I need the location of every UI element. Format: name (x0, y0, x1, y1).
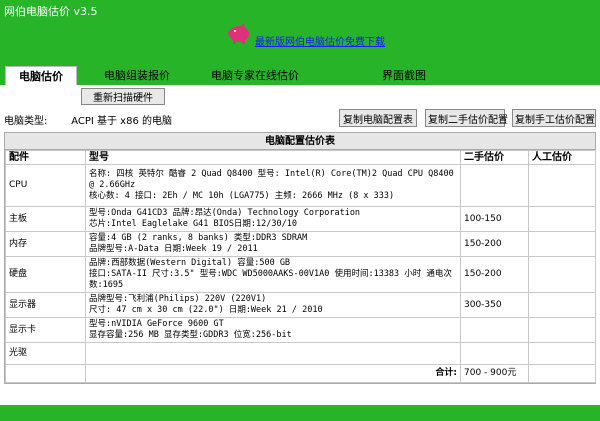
header-model: 型号 (85, 150, 461, 165)
table-row: 光驱 (5, 342, 596, 365)
tab-expert-online[interactable]: 电脑专家在线估价 (200, 66, 310, 85)
copy-used-price-button[interactable]: 复制二手估价配置 (425, 109, 508, 127)
header-manual-price: 人工估价 (528, 150, 596, 165)
cell-model: 名称: 四核 英特尔 酷睿 2 Quad Q8400 型号: Intel(R) … (85, 164, 461, 207)
copy-manual-price-button[interactable]: 复制手工估价配置 (512, 109, 596, 127)
config-table: 电脑配置估价表 配件 型号 二手估价 人工估价 CPU 名称: 四核 英特尔 酷睿… (4, 132, 596, 384)
total-label: 合计: (85, 364, 461, 383)
model-line: 型号:nVIDIA GeForce 9600 GT (89, 319, 224, 329)
cell-part: 显示卡 (5, 317, 86, 343)
model-line: 接口:SATA-II 尺寸:3.5" 型号:WDC WD5000AAKS-00V… (89, 269, 452, 290)
cell-used-price: 150-200 (460, 256, 529, 293)
cell-manual-price[interactable] (528, 342, 596, 365)
rescan-hardware-button[interactable]: 重新扫描硬件 (81, 88, 165, 105)
cell-model: 品牌型号:飞利浦(Philips) 220V (220V1) 尺寸: 47 cm … (85, 292, 461, 318)
pc-type-label: 电脑类型: (4, 116, 48, 127)
table-row: 主板 型号:Onda G41CD3 品牌:昂达(Onda) Technology … (5, 206, 596, 232)
cell-model: 容量:4 GB (2 ranks, 8 banks) 类型:DDR3 SDRAM… (85, 231, 461, 257)
cell-model (85, 342, 461, 365)
table-title: 电脑配置估价表 (5, 133, 595, 150)
table-row: 硬盘 品牌:西部数据(Western Digital) 容量:500 GB 接口:S… (5, 256, 596, 293)
cell-used-price (460, 342, 529, 365)
cell-manual-price[interactable] (528, 164, 596, 207)
pc-type-value: ACPI 基于 x86 的电脑 (71, 116, 172, 127)
pc-type-row: 电脑类型: ACPI 基于 x86 的电脑 (4, 112, 172, 127)
valuation-panel: 重新扫描硬件 电脑类型: ACPI 基于 x86 的电脑 复制电脑配置表 复制二… (0, 85, 600, 405)
table-row: CPU 名称: 四核 英特尔 酷睿 2 Quad Q8400 型号: Intel(… (5, 164, 596, 207)
total-spacer (5, 364, 86, 383)
tab-screenshots[interactable]: 界面截图 (374, 66, 434, 85)
total-row: 合计: 700 - 900元 (5, 364, 596, 383)
cell-part: CPU (5, 164, 86, 207)
model-line: 容量:4 GB (2 ranks, 8 banks) 类型:DDR3 SDRAM (89, 233, 308, 243)
total-value: 700 - 900元 (460, 364, 529, 383)
cell-part: 显示器 (5, 292, 86, 318)
cell-model: 型号:nVIDIA GeForce 9600 GT 显存容量:256 MB 显存类… (85, 317, 461, 343)
app-title: 网伯电脑估价 v3.5 (4, 5, 98, 18)
cell-part: 硬盘 (5, 256, 86, 293)
cell-used-price: 100-150 (460, 206, 529, 232)
cell-manual-price[interactable] (528, 206, 596, 232)
model-line: 品牌:西部数据(Western Digital) 容量:500 GB (89, 258, 291, 268)
piggy-bank-icon (228, 23, 249, 44)
cell-manual-price[interactable] (528, 256, 596, 293)
model-line: 尺寸: 47 cm x 30 cm (22.0") 日期:Week 21 / 2… (89, 305, 323, 315)
cell-used-price: 300-350 (460, 292, 529, 318)
total-manual (528, 364, 596, 383)
cell-manual-price[interactable] (528, 292, 596, 318)
cell-part: 主板 (5, 206, 86, 232)
model-line: 品牌型号:A-Data 日期:Week 19 / 2011 (89, 244, 258, 254)
cell-manual-price[interactable] (528, 231, 596, 257)
cell-part: 内存 (5, 231, 86, 257)
header-part: 配件 (5, 150, 86, 165)
cell-used-price (460, 317, 529, 343)
tab-pc-valuation[interactable]: 电脑估价 (5, 66, 77, 85)
cell-part: 光驱 (5, 342, 86, 365)
download-link[interactable]: 最新版网伯电脑估价免费下载 (255, 33, 385, 48)
model-line: 品牌型号:飞利浦(Philips) 220V (220V1) (89, 294, 267, 304)
model-line: 核心数: 4 接口: 2Eh / MC 10h (LGA775) 主频: 266… (89, 191, 395, 201)
cell-used-price (460, 164, 529, 207)
cell-manual-price[interactable] (528, 317, 596, 343)
model-line: 显存容量:256 MB 显存类型:GDDR3 位宽:256-bit (89, 330, 292, 340)
model-line: 芯片:Intel Eaglelake G41 BIOS日期:12/30/10 (89, 219, 297, 229)
table-row: 内存 容量:4 GB (2 ranks, 8 banks) 类型:DDR3 SDR… (5, 231, 596, 257)
copy-config-button[interactable]: 复制电脑配置表 (339, 109, 417, 127)
table-row: 显示卡 型号:nVIDIA GeForce 9600 GT 显存容量:256 MB … (5, 317, 596, 343)
tab-bar: 电脑估价 电脑组装报价 电脑专家在线估价 界面截图 (0, 66, 600, 85)
tab-assembly-quote[interactable]: 电脑组装报价 (92, 66, 182, 85)
model-line: 型号:Onda G41CD3 品牌:昂达(Onda) Technology Co… (89, 208, 361, 218)
model-line: 名称: 四核 英特尔 酷睿 2 Quad Q8400 型号: Intel(R) … (89, 169, 454, 190)
cell-model: 型号:Onda G41CD3 品牌:昂达(Onda) Technology Co… (85, 206, 461, 232)
header-used-price: 二手估价 (460, 150, 529, 165)
table-row: 显示器 品牌型号:飞利浦(Philips) 220V (220V1) 尺寸: 47 … (5, 292, 596, 318)
status-bar (0, 405, 600, 421)
cell-used-price: 150-200 (460, 231, 529, 257)
cell-model: 品牌:西部数据(Western Digital) 容量:500 GB 接口:SAT… (85, 256, 461, 293)
